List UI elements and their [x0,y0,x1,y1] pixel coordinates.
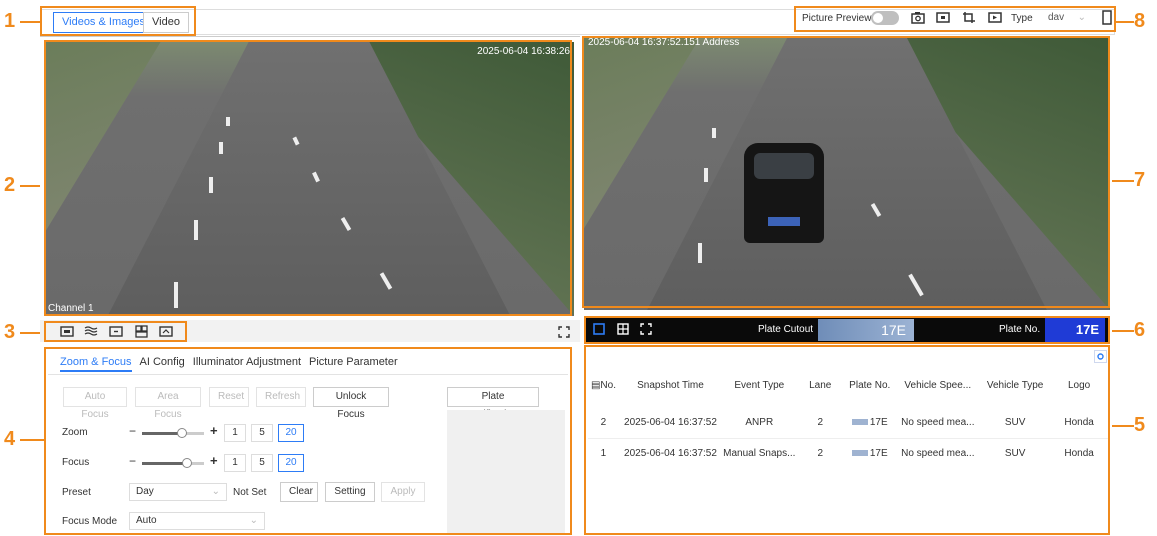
highlight-box-4 [44,347,572,535]
callout-1: 1 [4,10,16,32]
type-label: Type [1011,13,1033,24]
chevron-down-icon: ⌄ [1077,12,1086,23]
callout-line-8 [1116,21,1134,23]
toggle-knob [873,13,883,23]
callout-line-4 [20,439,44,441]
highlight-box-7 [582,36,1110,308]
type-value: dav [1048,12,1065,23]
callout-5: 5 [1134,414,1146,436]
highlight-box-1 [40,6,196,36]
callout-line-6 [1112,330,1134,332]
exit-icon[interactable] [1102,10,1114,25]
picture-preview-label: Picture Preview [802,13,872,24]
crop-icon[interactable] [962,11,976,24]
callout-7: 7 [1134,169,1146,191]
callout-line-7 [1112,180,1134,182]
highlight-box-2 [44,40,572,316]
record-icon[interactable] [988,11,1002,24]
callout-6: 6 [1134,319,1146,341]
callout-4: 4 [4,428,16,450]
picture-preview-toggle[interactable] [871,11,899,25]
callout-line-5 [1112,425,1134,427]
callout-8: 8 [1134,10,1146,32]
snapshot-settings-icon[interactable] [911,11,925,24]
fullscreen-icon[interactable] [558,326,570,338]
callout-3: 3 [4,321,16,343]
callout-line-1 [20,21,40,23]
callout-2: 2 [4,174,16,196]
highlight-box-6 [584,316,1110,344]
highlight-box-5 [584,345,1110,535]
type-select[interactable]: dav ⌄ [1038,10,1090,26]
highlight-box-3 [44,321,187,342]
capture-icon[interactable] [936,11,950,24]
